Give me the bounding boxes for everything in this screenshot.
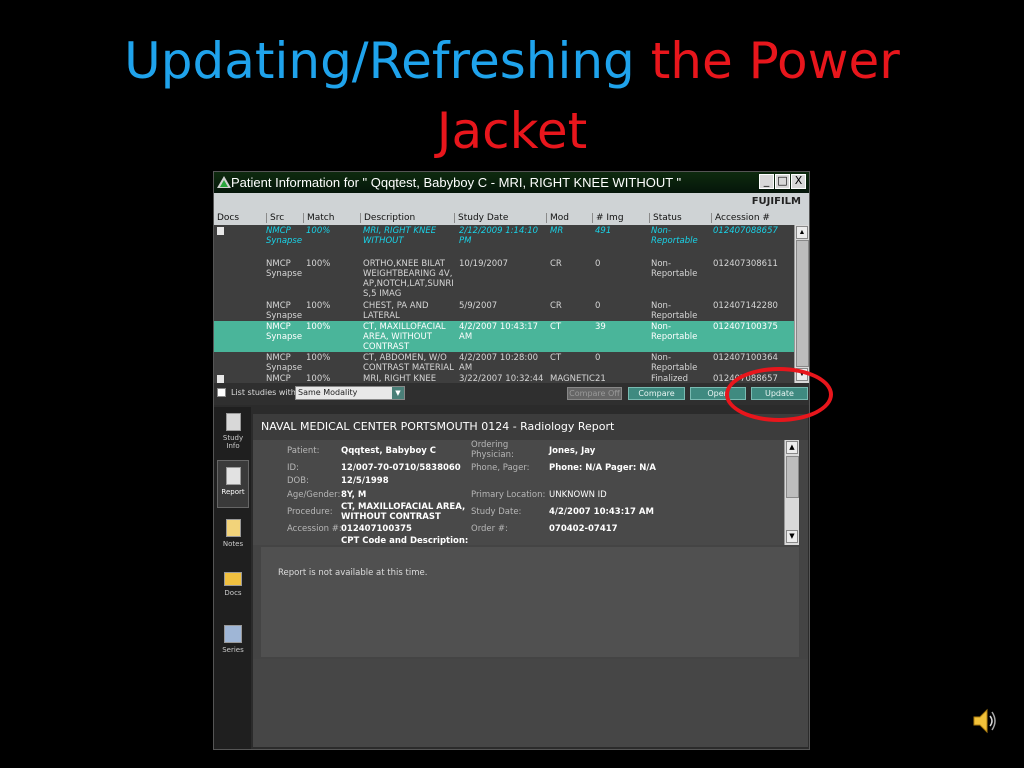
fujifilm-logo: FUJIFILM	[751, 196, 801, 207]
slide-title: Updating/Refreshing the Power Jacket	[0, 26, 1024, 166]
filter-bar: List studies with Same Modality ▼ Compar…	[214, 383, 809, 405]
slide-title-part2: the Power	[650, 32, 900, 90]
minimize-button[interactable]: _	[759, 174, 774, 189]
col-study-date[interactable]: Study Date	[454, 213, 508, 223]
modality-select[interactable]: Same Modality ▼	[295, 386, 405, 400]
table-row[interactable]: NMCP Synapse 100% ORTHO,KNEE BILAT WEIGH…	[214, 258, 795, 300]
col-docs[interactable]: Docs	[217, 213, 239, 223]
list-studies-checkbox[interactable]	[217, 388, 226, 397]
report-icon	[225, 467, 241, 485]
document-icon	[217, 375, 224, 383]
scroll-thumb[interactable]	[796, 240, 809, 367]
table-row[interactable]: NMCP Synapse 100% MRI, RIGHT KNEE WITHOU…	[214, 225, 795, 257]
col-src[interactable]: Src	[266, 213, 284, 223]
nav-notes[interactable]: Notes	[217, 513, 249, 561]
table-row[interactable]: NMCP Synapse 100% CHEST, PA AND LATERAL …	[214, 300, 795, 321]
chevron-down-icon[interactable]: ▼	[392, 387, 404, 399]
scroll-up-arrow-icon[interactable]: ▲	[796, 226, 808, 239]
col-accession[interactable]: Accession #	[711, 213, 770, 223]
study-info-icon	[225, 413, 241, 431]
col-mod[interactable]: Mod	[546, 213, 569, 223]
update-highlight-circle	[725, 367, 833, 422]
scroll-up-arrow-icon[interactable]: ▲	[786, 441, 798, 454]
app-logo-icon	[217, 176, 231, 188]
docs-folder-icon	[224, 572, 242, 586]
table-row[interactable]: NMCP Synapse 100% CT, ABDOMEN, W/O CONTR…	[214, 352, 795, 373]
compare-button[interactable]: Compare	[628, 387, 685, 400]
report-body: Report is not available at this time.	[261, 547, 799, 657]
report-panel: NAVAL MEDICAL CENTER PORTSMOUTH 0124 - R…	[253, 414, 808, 747]
col-img[interactable]: # Img	[592, 213, 624, 223]
left-nav: Study Info Report Notes Docs Series	[214, 407, 251, 749]
nav-series[interactable]: Series	[217, 619, 249, 667]
report-unavailable-message: Report is not available at this time.	[278, 568, 428, 578]
compare-off-button[interactable]: Compare Off	[567, 387, 622, 400]
window-titlebar[interactable]: Patient Information for " Qqqtest, Babyb…	[214, 172, 809, 193]
maximize-button[interactable]: □	[775, 174, 790, 189]
report-info-scrollbar[interactable]: ▲ ▼	[784, 440, 799, 545]
slide-title-line2: Jacket	[436, 102, 588, 160]
series-icon	[224, 625, 242, 643]
table-row[interactable]: NMCP 100% MRI, RIGHT KNEE 3/22/2007 10:3…	[214, 373, 795, 383]
scroll-thumb[interactable]	[786, 456, 799, 498]
brand-bar: FUJIFILM	[214, 193, 809, 211]
list-studies-label: List studies with	[231, 388, 296, 397]
col-description[interactable]: Description	[360, 213, 415, 223]
col-status[interactable]: Status	[649, 213, 682, 223]
scroll-down-arrow-icon[interactable]: ▼	[786, 530, 798, 543]
speaker-icon[interactable]	[972, 706, 996, 736]
study-grid: NMCP Synapse 100% MRI, RIGHT KNEE WITHOU…	[214, 225, 795, 383]
nav-docs[interactable]: Docs	[217, 566, 249, 614]
notes-icon	[225, 519, 241, 537]
col-match[interactable]: Match	[303, 213, 334, 223]
slide-title-part1: Updating/Refreshing	[124, 32, 635, 90]
report-header: NAVAL MEDICAL CENTER PORTSMOUTH 0124 - R…	[253, 414, 808, 440]
report-footer-area	[253, 659, 808, 747]
close-button[interactable]: X	[791, 174, 806, 189]
power-jacket-window: Patient Information for " Qqqtest, Babyb…	[213, 171, 810, 750]
grid-scrollbar[interactable]: ▲ ▼	[794, 225, 809, 383]
report-info: Patient: Qqqtest, Babyboy C ID: 12/007-7…	[253, 440, 799, 546]
window-title: Patient Information for " Qqqtest, Babyb…	[231, 175, 682, 190]
table-row-highlighted[interactable]: NMCP Synapse 100% CT, MAXILLOFACIAL AREA…	[214, 321, 795, 352]
study-grid-header: Docs Src Match Description Study Date Mo…	[214, 211, 809, 225]
document-icon	[217, 227, 224, 235]
nav-study-info[interactable]: Study Info	[217, 407, 249, 455]
nav-report[interactable]: Report	[217, 460, 249, 508]
